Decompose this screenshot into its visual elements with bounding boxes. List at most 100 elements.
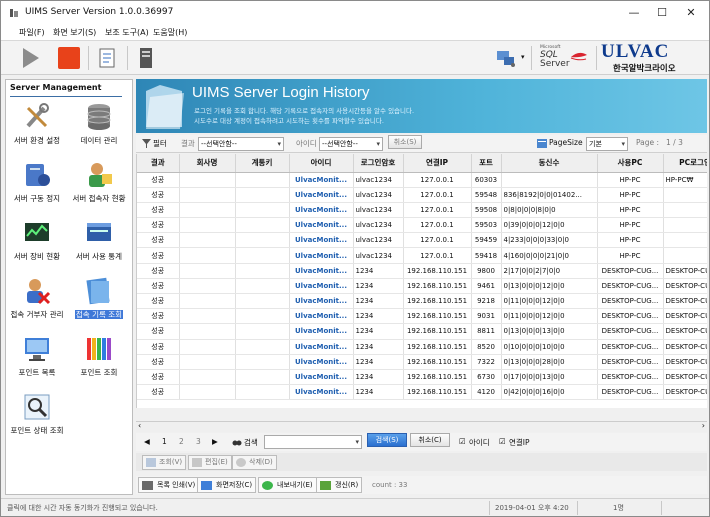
search-button[interactable]: 검색(S) [367,433,407,447]
stop-server-icon[interactable] [56,45,82,71]
refresh-button[interactable]: 갱신(R) [316,477,363,493]
query-button[interactable]: 조회(V) [142,455,187,470]
table-row[interactable]: 성공 UlvacMonit... 1234 192.168.110.151 9218 0|… [137,293,707,310]
table-cell: 6730 [471,369,502,386]
nav-login-history[interactable]: 접속 기록 조회 [68,276,130,332]
ip-checkbox[interactable]: ☑ [499,437,506,446]
table-cell [235,354,290,370]
table-row[interactable]: 성공 UlvacMonit... ulvac1234 127.0.0.1 59548 83… [137,187,707,203]
network-icon[interactable] [493,45,519,71]
document-icon[interactable] [94,45,120,71]
next-page-icon[interactable]: ▶ [212,437,218,446]
point-list-icon [25,338,49,361]
edit-icon [192,458,202,467]
result-combo[interactable]: --선택안함-- [198,137,284,151]
print-list-button[interactable]: 목록 인쇄(V) [138,477,200,493]
nav-point-status[interactable]: 포인트 상태 조회 [6,392,68,448]
column-header[interactable]: 회사명 [179,154,236,173]
export-button[interactable]: 내보내기(E) [258,477,317,493]
table-cell [179,369,236,386]
scroll-right-arrow[interactable]: › [702,421,705,430]
horizontal-scrollbar[interactable]: ‹ › [136,421,707,432]
page-3[interactable]: 3 [196,437,201,446]
scroll-left-arrow[interactable]: ‹ [138,421,141,430]
toolbar-divider [531,46,532,70]
table-cell: DESKTOP-CUG... [597,308,664,325]
table-row[interactable]: 성공 UlvacMonit... ulvac1234 127.0.0.1 59503 0|… [137,217,707,234]
table-row[interactable]: 성공 UlvacMonit... 1234 192.168.110.151 6730 0|… [137,369,707,386]
column-header[interactable]: 포트 [471,154,502,173]
search-input[interactable] [264,435,362,449]
nav-point-query[interactable]: 포인트 조회 [68,334,130,390]
table-cell: 60303 [471,172,502,188]
nav-usage-stats[interactable]: 서버 사용 통계 [68,218,130,274]
minimize-button[interactable]: — [619,1,649,25]
table-row[interactable]: 성공 UlvacMonit... 1234 192.168.110.151 9031 0|… [137,308,707,325]
nav-server-start-stop[interactable]: 서버 구동 정지 [6,160,68,216]
table-row[interactable]: 성공 UlvacMonit... 1234 192.168.110.151 9461 0|… [137,278,707,295]
page-label: Page : [636,138,660,147]
pagesize-combo[interactable]: 기본 [586,137,628,151]
column-header[interactable]: PC로그인 [663,154,707,173]
table-cell: 836|8192|0|0|01402... [501,187,598,203]
table-row[interactable]: 성공 UlvacMonit... 1234 192.168.110.151 8520 0|… [137,339,707,355]
nav-server-settings[interactable]: 서버 환경 설정 [6,102,68,158]
nav-data-management[interactable]: 데이터 관리 [68,102,130,158]
column-header[interactable]: 로그인암호 [353,154,404,173]
column-header[interactable]: 사용PC [597,154,664,173]
table-cell: 성공 [137,293,180,310]
table-row[interactable]: 성공 UlvacMonit... 1234 192.168.110.151 9800 2|… [137,263,707,279]
start-server-icon[interactable] [17,45,43,71]
server-unit-icon[interactable] [133,45,159,71]
table-row[interactable]: 성공 UlvacMonit... ulvac1234 127.0.0.1 59508 0|… [137,202,707,219]
table-row[interactable]: 성공 UlvacMonit... ulvac1234 127.0.0.1 60303 HP… [137,172,707,188]
delete-button[interactable]: 삭제(D) [232,455,277,470]
table-cell [235,323,290,340]
sql-logo-server: Server [540,59,570,69]
column-header[interactable]: 계통키 [235,154,290,173]
table-cell: 192.168.110.151 [403,263,472,279]
table-cell [663,247,707,264]
table-row[interactable]: 성공 UlvacMonit... 1234 192.168.110.151 4120 0|… [137,384,707,401]
maximize-button[interactable]: ☐ [647,1,677,25]
close-button[interactable]: ✕ [676,1,706,25]
bottom-toolbar: 목록 인쇄(V) 화면저장(C) 내보내기(E) 갱신(R) count : 3… [136,476,707,494]
column-header[interactable]: 결과 [137,154,180,173]
nav-connected-users[interactable]: 서버 접속자 현황 [68,160,130,216]
window-title: UIMS Server Version 1.0.0.36997 [25,7,174,17]
column-header[interactable]: 연결IP [403,154,472,173]
filter-icon [142,139,151,148]
ulvac-logo-subtext: 한국알박크라이오 [613,64,676,74]
filter-label[interactable]: 필터 [153,138,167,149]
menu-view[interactable]: 화면 보기(S) [53,27,96,38]
menu-tools[interactable]: 보조 도구(A) [105,27,149,38]
table-cell [179,247,236,264]
table-row[interactable]: 성공 UlvacMonit... ulvac1234 127.0.0.1 59418 4|… [137,247,707,264]
nav-denied-users[interactable]: 접속 거부자 관리 [6,276,68,332]
id-combo[interactable]: --선택안함-- [319,137,383,151]
id-checkbox[interactable]: ☑ [459,437,466,446]
prev-page-icon[interactable]: ◀ [144,437,150,446]
page-1[interactable]: 1 [162,437,167,446]
table-row[interactable]: 성공 UlvacMonit... 1234 192.168.110.151 8811 0|… [137,323,707,340]
search-cancel-button[interactable]: 취소(C) [410,433,450,447]
filter-cancel-button[interactable]: 취소(S) [388,135,422,149]
edit-button[interactable]: 편집(E) [188,455,232,470]
table-row[interactable]: 성공 UlvacMonit... ulvac1234 127.0.0.1 59459 4|… [137,232,707,249]
menu-help[interactable]: 도움말(H) [153,27,187,38]
query-icon [146,458,156,467]
table-cell: HP-PC [597,247,664,264]
table-cell: 성공 [137,323,180,340]
save-screen-button[interactable]: 화면저장(C) [197,477,257,493]
page-2[interactable]: 2 [179,437,184,446]
nav-equipment-status[interactable]: 서버 장비 현황 [6,218,68,274]
column-header[interactable]: 동신수 [501,154,598,173]
table-cell: 9218 [471,293,502,310]
search-label: 검색 [244,438,258,447]
network-dropdown-arrow[interactable]: ▾ [521,53,525,61]
menu-file[interactable]: 파일(F) [19,27,45,38]
column-header[interactable]: 아이디 [289,154,354,173]
table-row[interactable]: 성공 UlvacMonit... 1234 192.168.110.151 7322 0|… [137,354,707,370]
table-cell: 8520 [471,339,502,355]
nav-point-list[interactable]: 포인트 목록 [6,334,68,390]
